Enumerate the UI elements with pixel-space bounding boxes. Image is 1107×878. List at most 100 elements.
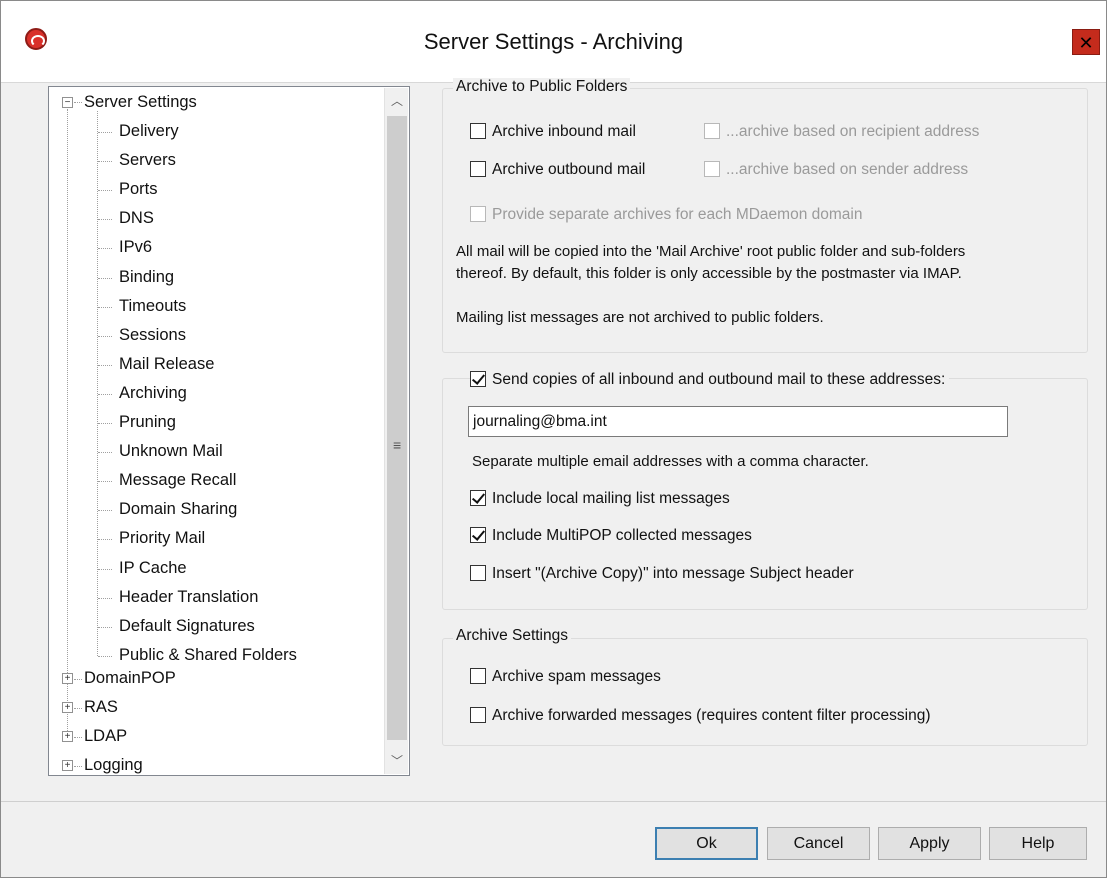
title-bar: Server Settings - Archiving ✕ — [1, 1, 1106, 83]
tree-item-ports[interactable]: Ports — [119, 175, 158, 204]
checkbox-box — [470, 527, 486, 543]
tree-item-mail-release[interactable]: Mail Release — [119, 350, 214, 379]
checkbox-box — [470, 490, 486, 506]
tree-item-ipv6[interactable]: IPv6 — [119, 233, 152, 262]
tree-item-delivery[interactable]: Delivery — [119, 117, 179, 146]
tree-connector — [98, 277, 112, 279]
send-copies-checkbox[interactable]: Send copies of all inbound and outbound … — [470, 370, 950, 390]
tree-item-label: Logging — [84, 756, 143, 774]
tree-item-priority-mail[interactable]: Priority Mail — [119, 524, 205, 553]
help-button[interactable]: Help — [989, 827, 1087, 860]
tree-item-public-shared-folders[interactable]: Public & Shared Folders — [119, 641, 297, 670]
cancel-button[interactable]: Cancel — [767, 827, 870, 860]
tree-item-servers[interactable]: Servers — [119, 146, 176, 175]
tree-item-label: Message Recall — [119, 471, 237, 490]
tree-branch-line — [97, 111, 98, 656]
tree-connector — [98, 393, 112, 395]
checkbox-label: Insert "(Archive Copy)" into message Sub… — [492, 565, 854, 582]
checkbox-box — [470, 206, 486, 222]
tree-item-label: Pruning — [119, 413, 176, 431]
scroll-down-arrow-icon[interactable]: ﹀ — [385, 750, 409, 772]
tree-item-timeouts[interactable]: Timeouts — [119, 292, 186, 321]
tree-item-ldap[interactable]: LDAP — [84, 722, 127, 751]
archive-by-recipient-checkbox[interactable]: ...archive based on recipient address — [704, 122, 979, 142]
checkbox-box — [470, 565, 486, 581]
tree-connector — [98, 335, 112, 337]
tree-item-ip-cache[interactable]: IP Cache — [119, 554, 187, 583]
checkbox-box — [470, 161, 486, 177]
tree-item-default-signatures[interactable]: Default Signatures — [119, 612, 255, 641]
scrollbar-thumb[interactable]: ≡ — [387, 116, 407, 740]
tree-connector — [98, 597, 112, 599]
tree-item-header-translation[interactable]: Header Translation — [119, 583, 258, 612]
button-bar-separator — [1, 801, 1106, 802]
close-button[interactable]: ✕ — [1072, 29, 1100, 55]
checkbox-label: Archive outbound mail — [492, 161, 646, 178]
archive-outbound-checkbox[interactable]: Archive outbound mail — [470, 160, 645, 180]
checkbox-box — [470, 668, 486, 684]
note-line: thereof. By default, this folder is only… — [456, 265, 962, 282]
tree-item-label: Domain Sharing — [119, 500, 238, 519]
tree-item-message-recall[interactable]: Message Recall — [119, 466, 236, 495]
collapse-server-settings-icon[interactable]: − — [62, 97, 73, 108]
separate-archives-checkbox[interactable]: Provide separate archives for each MDaem… — [470, 205, 862, 225]
tree-scrollbar[interactable]: ︿ ≡ ﹀ — [384, 88, 408, 774]
tree-item-label: Binding — [119, 267, 175, 286]
tree-item-label: Ports — [119, 180, 158, 199]
tree-connector — [98, 132, 112, 133]
tree-item-label: RAS — [84, 698, 118, 716]
scroll-up-arrow-icon[interactable]: ︿ — [385, 90, 409, 112]
tree-connector — [74, 737, 82, 738]
expand-ras-icon[interactable]: + — [62, 702, 73, 713]
tree-item-label: DNS — [119, 209, 154, 228]
checkbox-label: Archive forwarded messages (requires con… — [492, 707, 931, 724]
tree-item-binding[interactable]: Binding — [119, 263, 174, 292]
tree-item-label: Archiving — [119, 383, 187, 402]
tree-item-archiving[interactable]: Archiving — [119, 379, 187, 408]
tree-connector — [98, 655, 112, 657]
expand-logging-icon[interactable]: + — [62, 760, 73, 771]
tree-item-label: IP Cache — [119, 558, 187, 577]
addresses-hint: Separate multiple email addresses with a… — [472, 453, 869, 470]
scrollbar-grip-icon: ≡ — [393, 437, 402, 453]
include-multipop-checkbox[interactable]: Include MultiPOP collected messages — [470, 526, 752, 546]
tree-connector — [98, 190, 112, 192]
tree-item-dns[interactable]: DNS — [119, 204, 154, 233]
expand-domainpop-icon[interactable]: + — [62, 673, 73, 684]
tree-item-label: Default Signatures — [119, 616, 255, 635]
tree-item-pruning[interactable]: Pruning — [119, 408, 176, 437]
include-local-lists-checkbox[interactable]: Include local mailing list messages — [470, 489, 730, 509]
tree-item-unknown-mail[interactable]: Unknown Mail — [119, 437, 223, 466]
checkbox-box — [470, 123, 486, 139]
ok-button[interactable]: Ok — [655, 827, 758, 860]
tree-item-server-settings[interactable]: Server Settings — [84, 88, 197, 117]
tree-item-label: Timeouts — [119, 296, 187, 315]
tree-item-ras[interactable]: RAS — [84, 693, 118, 722]
tree-connector — [98, 481, 112, 483]
apply-button[interactable]: Apply — [878, 827, 981, 860]
tree-connector — [98, 306, 112, 308]
insert-subject-checkbox[interactable]: Insert "(Archive Copy)" into message Sub… — [470, 564, 854, 584]
copy-addresses-input[interactable]: journaling@bma.int — [468, 406, 1008, 437]
tree-item-label: Header Translation — [119, 587, 259, 606]
tree-item-domain-sharing[interactable]: Domain Sharing — [119, 495, 237, 524]
public-folder-note: All mail will be copied into the 'Mail A… — [456, 241, 965, 285]
checkbox-box — [704, 123, 720, 139]
checkbox-label: Archive spam messages — [492, 668, 661, 685]
checkbox-box — [470, 371, 486, 387]
tree-item-logging[interactable]: Logging — [84, 751, 143, 775]
archive-spam-checkbox[interactable]: Archive spam messages — [470, 667, 661, 687]
expand-ldap-icon[interactable]: + — [62, 731, 73, 742]
checkbox-box — [704, 161, 720, 177]
checkbox-label: ...archive based on sender address — [726, 161, 969, 178]
archive-by-sender-checkbox[interactable]: ...archive based on sender address — [704, 160, 968, 180]
archive-inbound-checkbox[interactable]: Archive inbound mail — [470, 122, 636, 142]
tree-connector — [98, 161, 112, 163]
tree-connector — [74, 708, 82, 709]
tree-connector — [74, 102, 82, 103]
tree-connector — [98, 539, 112, 541]
tree-item-label: Servers — [119, 151, 176, 170]
archive-forwarded-checkbox[interactable]: Archive forwarded messages (requires con… — [470, 706, 931, 726]
tree-root-line — [67, 109, 68, 739]
tree-item-sessions[interactable]: Sessions — [119, 321, 186, 350]
